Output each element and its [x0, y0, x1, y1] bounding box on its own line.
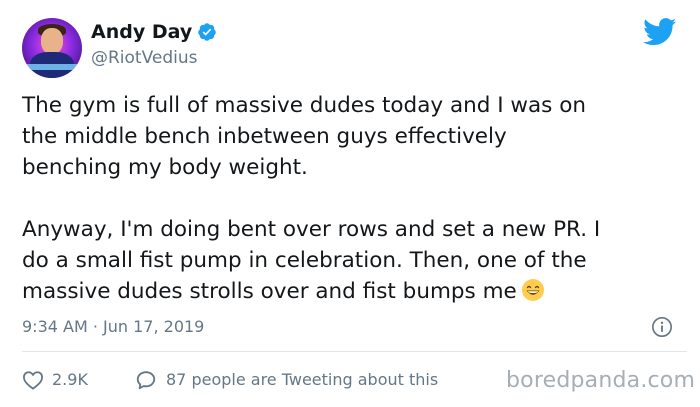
- info-icon[interactable]: [651, 316, 673, 338]
- tweet-line-last: massive dudes strolls over and fist bump…: [22, 276, 687, 307]
- verified-badge-icon: [198, 23, 216, 41]
- tweet-line: Anyway, I'm doing bent over rows and set…: [22, 217, 601, 242]
- grinning-face-emoji-icon: [521, 279, 544, 301]
- tweet-line: The gym is full of massive dudes today a…: [22, 93, 586, 118]
- avatar-light-stripe: [22, 64, 82, 70]
- tweet-text: The gym is full of massive dudes today a…: [22, 90, 687, 307]
- avatar[interactable]: [22, 18, 82, 78]
- tweet-line: do a small fist pump in celebration. The…: [22, 248, 587, 273]
- like-count[interactable]: 2.9K: [52, 370, 88, 389]
- speech-bubble-icon[interactable]: [135, 369, 157, 391]
- tweet-timestamp[interactable]: 9:34 AM · Jun 17, 2019: [22, 317, 204, 336]
- tweet-line-text: massive dudes strolls over and fist bump…: [22, 279, 517, 304]
- author-name[interactable]: Andy Day: [91, 21, 192, 43]
- twitter-bird-icon: [643, 18, 677, 46]
- heart-icon[interactable]: [22, 370, 44, 390]
- tweet-line: the middle bench inbetween guys effectiv…: [22, 124, 507, 149]
- avatar-face: [41, 28, 63, 54]
- tweet-line: benching my body weight.: [22, 155, 308, 180]
- divider: [22, 351, 687, 352]
- author-handle[interactable]: @RiotVedius: [91, 48, 198, 68]
- tweeting-about-link[interactable]: 87 people are Tweeting about this: [166, 370, 438, 389]
- author-name-row[interactable]: Andy Day: [91, 21, 217, 43]
- watermark: boredpanda.com: [506, 368, 696, 393]
